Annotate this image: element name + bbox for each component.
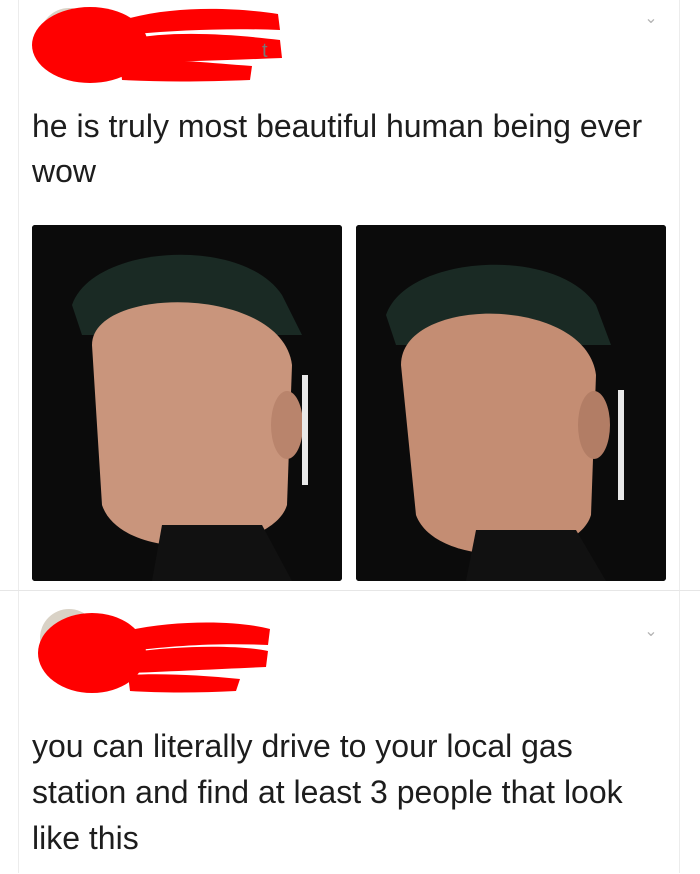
author-name-tail: t [262, 40, 268, 62]
media-grid [32, 225, 666, 581]
post-text: you can literally drive to your local ga… [32, 728, 623, 856]
post-1: t ⌄ he is truly most beautiful human bei… [0, 0, 700, 590]
photo-1[interactable] [32, 225, 342, 581]
post-text: he is truly most beautiful human being e… [32, 108, 643, 189]
chevron-down-icon[interactable]: ⌄ [642, 623, 660, 641]
chevron-down-icon[interactable]: ⌄ [642, 10, 660, 28]
redaction-scribble [38, 613, 270, 693]
post-header: t ⌄ [30, 0, 670, 83]
redaction-scribble [32, 7, 282, 83]
post-header: ⌄ [30, 601, 670, 693]
photo-2[interactable] [356, 225, 666, 581]
post-2: ⌄ you can literally drive to your local … [0, 590, 700, 874]
